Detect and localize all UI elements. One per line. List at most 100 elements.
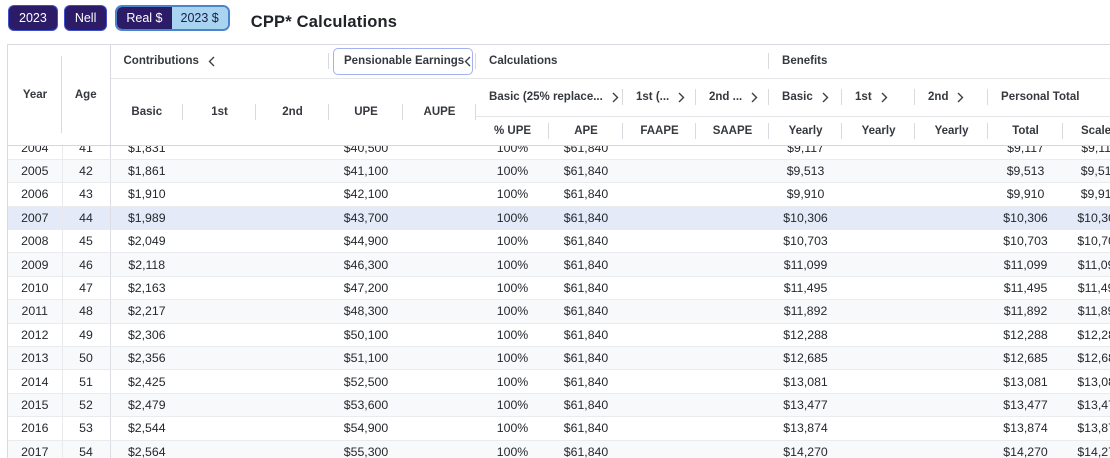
2nd-yearly-cell [915,183,988,206]
2nd-yearly-cell [915,230,988,253]
contrib-1st-cell [183,347,256,370]
table-row[interactable]: 2010 47 $2,163 $47,200 100% $61,840 $11,… [8,276,1110,299]
calc-basic-subgroup-header[interactable]: Basic (25% replace... [476,78,623,116]
pct-upe-cell: 100% [476,276,549,299]
calc-2nd-subgroup-header[interactable]: 2nd ... [696,78,769,116]
contrib-1st-cell [183,440,256,458]
2nd-yearly-cell [915,159,988,182]
aupe-cell [403,347,476,370]
total-cell: $14,270 [988,440,1063,458]
pensionable-earnings-group-header[interactable]: Pensionable Earnings [329,45,476,78]
faape-cell [623,253,696,276]
chevron-right-icon[interactable] [957,92,964,103]
table-row[interactable]: 2008 45 $2,049 $44,900 100% $61,840 $10,… [8,230,1110,253]
upe-cell: $43,700 [329,206,403,229]
benefit-1st-subgroup-header[interactable]: 1st [842,78,915,116]
1st-yearly-cell [842,347,915,370]
contrib-basic-cell: $2,356 [110,347,183,370]
faape-cell [623,440,696,458]
contrib-2nd-cell [256,347,329,370]
ape-cell: $61,840 [549,145,623,159]
table-row[interactable]: 2005 42 $1,861 $41,100 100% $61,840 $9,5… [8,159,1110,182]
contrib-basic-cell: $1,861 [110,159,183,182]
contributions-group-header[interactable]: Contributions [110,45,329,78]
year-cell: 2011 [8,300,62,323]
contrib-basic-cell: $2,217 [110,300,183,323]
real-dollars-option[interactable]: Real $ [117,7,171,29]
contrib-basic-cell: $2,163 [110,276,183,299]
year-column-header: Year [8,45,62,145]
chevron-right-icon[interactable] [881,92,888,103]
chevron-left-icon[interactable] [208,56,215,67]
saape-cell [696,159,769,182]
scaled-cell: $12,685 [1063,347,1110,370]
pensionable-earnings-focus-box[interactable]: Pensionable Earnings [333,48,473,75]
2nd-yearly-cell [915,253,988,276]
total-cell: $12,685 [988,347,1063,370]
total-cell: $9,117 [988,145,1063,159]
table-row[interactable]: 2009 46 $2,118 $46,300 100% $61,840 $11,… [8,253,1110,276]
saape-cell [696,206,769,229]
upe-cell: $44,900 [329,230,403,253]
contrib-2nd-cell [256,230,329,253]
aupe-cell [403,276,476,299]
table-row[interactable]: 2006 43 $1,910 $42,100 100% $61,840 $9,9… [8,183,1110,206]
2nd-yearly-cell [915,206,988,229]
chevron-right-icon[interactable] [678,92,685,103]
calculations-group-header: Calculations [476,45,769,78]
total-cell: $12,288 [988,323,1063,346]
contrib-basic-cell: $2,049 [110,230,183,253]
table-row[interactable]: 2017 54 $2,564 $55,300 100% $61,840 $14,… [8,440,1110,458]
1st-yearly-cell [842,417,915,440]
ape-header: APE [549,116,623,145]
aupe-cell [403,145,476,159]
basic-yearly-cell: $9,117 [769,145,842,159]
table-row[interactable]: 2007 44 $1,989 $43,700 100% $61,840 $10,… [8,206,1110,229]
benefit-basic-subgroup-header[interactable]: Basic [769,78,842,116]
table-row[interactable]: 2016 53 $2,544 $54,900 100% $61,840 $13,… [8,417,1110,440]
1st-yearly-cell [842,300,915,323]
age-cell: 53 [62,417,110,440]
chevron-right-icon[interactable] [612,92,619,103]
saape-cell [696,347,769,370]
age-cell: 52 [62,393,110,416]
pct-upe-cell: 100% [476,393,549,416]
contrib-2nd-cell [256,145,329,159]
scaled-cell: $9,117 [1063,145,1110,159]
2nd-yearly-cell [915,417,988,440]
benefit-2nd-subgroup-header[interactable]: 2nd [915,78,988,116]
table-row[interactable]: 2014 51 $2,425 $52,500 100% $61,840 $13,… [8,370,1110,393]
ape-cell: $61,840 [549,276,623,299]
faape-cell [623,276,696,299]
basic-yearly-cell: $9,910 [769,183,842,206]
upe-cell: $54,900 [329,417,403,440]
contrib-1st-cell [183,300,256,323]
table-row[interactable]: 2011 48 $2,217 $48,300 100% $61,840 $11,… [8,300,1110,323]
contrib-2nd-cell [256,393,329,416]
table-row[interactable]: 2015 52 $2,479 $53,600 100% $61,840 $13,… [8,393,1110,416]
year-cell: 2006 [8,183,62,206]
age-cell: 42 [62,159,110,182]
scaled-cell: $9,910 [1063,183,1110,206]
table-row[interactable]: 2004 41 $1,831 $40,500 100% $61,840 $9,1… [8,145,1110,159]
year-cell: 2010 [8,276,62,299]
chevron-right-icon[interactable] [751,92,758,103]
1st-yearly-cell [842,159,915,182]
aupe-cell [403,206,476,229]
2nd-yearly-cell [915,440,988,458]
table-row[interactable]: 2013 50 $2,356 $51,100 100% $61,840 $12,… [8,347,1110,370]
table-row[interactable]: 2012 49 $2,306 $50,100 100% $61,840 $12,… [8,323,1110,346]
1st-yearly-cell [842,393,915,416]
chevron-right-icon[interactable] [822,92,829,103]
constant-dollars-option[interactable]: 2023 $ [172,7,228,29]
currency-toggle[interactable]: Real $ 2023 $ [115,5,229,31]
contrib-2nd-cell [256,276,329,299]
calc-1st-subgroup-header[interactable]: 1st (... [623,78,696,116]
pct-upe-cell: 100% [476,440,549,458]
basic-yearly-cell: $13,477 [769,393,842,416]
1st-yearly-cell [842,276,915,299]
year-button[interactable]: 2023 [8,5,58,31]
person-name-button[interactable]: Nell [64,5,108,31]
chevron-left-icon[interactable] [464,56,471,67]
ape-cell: $61,840 [549,206,623,229]
